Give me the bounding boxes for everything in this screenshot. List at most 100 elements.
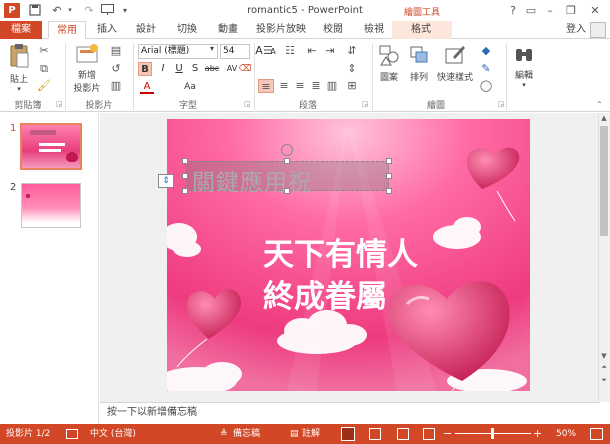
- align-right-icon[interactable]: ≡: [292, 79, 308, 93]
- font-size-select[interactable]: 54: [220, 44, 250, 59]
- editing-button[interactable]: 編輯 ▾: [512, 43, 536, 95]
- smartart-icon[interactable]: ⊞: [344, 79, 360, 93]
- clipboard-launcher-icon[interactable]: ◲: [56, 100, 63, 108]
- notes-pane[interactable]: 按一下以新增備忘稿: [100, 402, 600, 424]
- slide-sorter-view-icon[interactable]: [369, 428, 381, 440]
- shape-fill-icon[interactable]: ◆: [478, 44, 494, 58]
- redo-icon[interactable]: ↷: [82, 4, 96, 17]
- autofit-options-icon[interactable]: ⇕: [158, 174, 174, 188]
- resize-handle[interactable]: [284, 158, 290, 164]
- section-icon[interactable]: ▥: [108, 79, 124, 93]
- tab-transitions[interactable]: 切換: [172, 21, 202, 39]
- tab-review[interactable]: 校閱: [318, 21, 348, 39]
- slide-thumbnail-2[interactable]: [21, 183, 81, 228]
- align-left-icon[interactable]: ≡: [258, 79, 274, 93]
- resize-handle[interactable]: [386, 173, 392, 179]
- slide-thumbnail-1[interactable]: [20, 123, 82, 170]
- comments-icon[interactable]: ▤: [290, 424, 299, 444]
- normal-view-icon[interactable]: [341, 427, 355, 441]
- decrease-indent-icon[interactable]: ⇤: [304, 44, 320, 58]
- clear-formatting-icon[interactable]: ⌫: [238, 62, 252, 76]
- shadow-button[interactable]: S: [188, 62, 202, 76]
- font-name-dropdown-icon[interactable]: ▾: [210, 44, 214, 53]
- tab-format[interactable]: 格式: [405, 21, 437, 39]
- cut-icon[interactable]: ✂: [36, 44, 52, 58]
- change-case-button[interactable]: Aa: [180, 80, 200, 94]
- sign-in-link[interactable]: 登入: [566, 21, 586, 39]
- undo-icon[interactable]: ↶: [50, 4, 64, 17]
- drawing-launcher-icon[interactable]: ◲: [498, 100, 505, 108]
- rotate-handle-icon[interactable]: [281, 144, 293, 156]
- ribbon-display-icon[interactable]: ▭: [522, 2, 540, 19]
- zoom-slider-thumb[interactable]: [491, 428, 494, 439]
- next-slide-icon[interactable]: ⏷: [599, 376, 609, 388]
- resize-handle[interactable]: [182, 188, 188, 194]
- shape-effects-icon[interactable]: ◯: [478, 79, 494, 93]
- previous-slide-icon[interactable]: ⏶: [599, 363, 609, 375]
- close-button[interactable]: ✕: [586, 2, 604, 19]
- resize-handle[interactable]: [182, 158, 188, 164]
- undo-dropdown-icon[interactable]: ▾: [63, 4, 77, 17]
- layout-icon[interactable]: ▤: [108, 44, 124, 58]
- increase-indent-icon[interactable]: ⇥: [322, 44, 338, 58]
- bold-button[interactable]: B: [138, 62, 152, 76]
- copy-icon[interactable]: ⧉: [36, 62, 52, 76]
- columns-icon[interactable]: ▥: [324, 79, 340, 93]
- strikethrough-button[interactable]: abc: [203, 62, 221, 76]
- restore-button[interactable]: ❐: [562, 2, 580, 19]
- comments-button[interactable]: 註解: [302, 424, 320, 444]
- numbering-icon[interactable]: ☷: [282, 44, 298, 58]
- account-avatar-icon[interactable]: [590, 22, 606, 38]
- paste-button[interactable]: 貼上 ▾: [6, 43, 32, 95]
- collapse-ribbon-icon[interactable]: ⌃: [596, 100, 603, 109]
- tab-view[interactable]: 檢視: [359, 21, 389, 39]
- reset-icon[interactable]: ↺: [108, 62, 124, 76]
- spell-check-icon[interactable]: [66, 429, 78, 439]
- text-direction-icon[interactable]: ⇵: [344, 44, 360, 58]
- underline-button[interactable]: U: [172, 62, 186, 76]
- resize-handle[interactable]: [284, 188, 290, 194]
- tab-design[interactable]: 設計: [131, 21, 161, 39]
- tab-file[interactable]: 檔案: [0, 21, 42, 39]
- zoom-in-button[interactable]: +: [533, 424, 542, 444]
- shapes-button[interactable]: 圖案: [376, 43, 402, 95]
- font-name-select[interactable]: Arial (標題): [138, 44, 218, 59]
- scrollbar-thumb[interactable]: [600, 126, 608, 236]
- align-text-icon[interactable]: ⇕: [344, 62, 360, 76]
- align-center-icon[interactable]: ≡: [276, 79, 292, 93]
- zoom-out-button[interactable]: −: [443, 424, 452, 444]
- font-color-button[interactable]: A: [140, 80, 154, 94]
- customize-qat-icon[interactable]: ▾: [118, 4, 132, 17]
- slideshow-view-icon[interactable]: [423, 428, 435, 440]
- help-button[interactable]: ?: [504, 2, 522, 19]
- new-slide-button[interactable]: 新增 投影片: [70, 43, 104, 95]
- current-slide[interactable]: 關鍵應用祝 天下有情人 終成眷屬: [167, 119, 530, 391]
- format-painter-icon[interactable]: 🖌: [36, 79, 52, 93]
- slideshow-start-icon[interactable]: [100, 4, 114, 17]
- title-placeholder-box[interactable]: 關鍵應用祝: [185, 161, 389, 196]
- reading-view-icon[interactable]: [397, 428, 409, 440]
- resize-handle[interactable]: [182, 173, 188, 179]
- resize-handle[interactable]: [386, 158, 392, 164]
- scroll-up-icon[interactable]: ▲: [599, 114, 609, 124]
- shape-outline-icon[interactable]: ✎: [478, 62, 494, 76]
- tab-animations[interactable]: 動畫: [213, 21, 243, 39]
- fit-to-window-icon[interactable]: [590, 428, 603, 440]
- notes-toggle-button[interactable]: 備忘稿: [233, 424, 260, 444]
- italic-button[interactable]: I: [156, 62, 170, 76]
- bullets-icon[interactable]: ☰: [260, 44, 276, 58]
- resize-handle[interactable]: [386, 188, 392, 194]
- minimize-button[interactable]: –: [541, 2, 559, 19]
- save-icon[interactable]: [28, 4, 42, 17]
- tab-insert[interactable]: 插入: [92, 21, 122, 39]
- quick-styles-button[interactable]: 快速樣式: [436, 43, 474, 95]
- justify-icon[interactable]: ≣: [308, 79, 324, 93]
- scroll-down-icon[interactable]: ▼: [599, 352, 609, 362]
- tab-slideshow[interactable]: 投影片放映: [252, 21, 310, 39]
- notes-toggle-icon[interactable]: ≜: [220, 424, 228, 444]
- tab-home[interactable]: 常用: [48, 21, 86, 39]
- font-launcher-icon[interactable]: ◲: [244, 100, 251, 108]
- language-indicator[interactable]: 中文 (台灣): [90, 424, 136, 444]
- arrange-button[interactable]: 排列: [406, 43, 432, 95]
- zoom-level[interactable]: 50%: [556, 424, 576, 444]
